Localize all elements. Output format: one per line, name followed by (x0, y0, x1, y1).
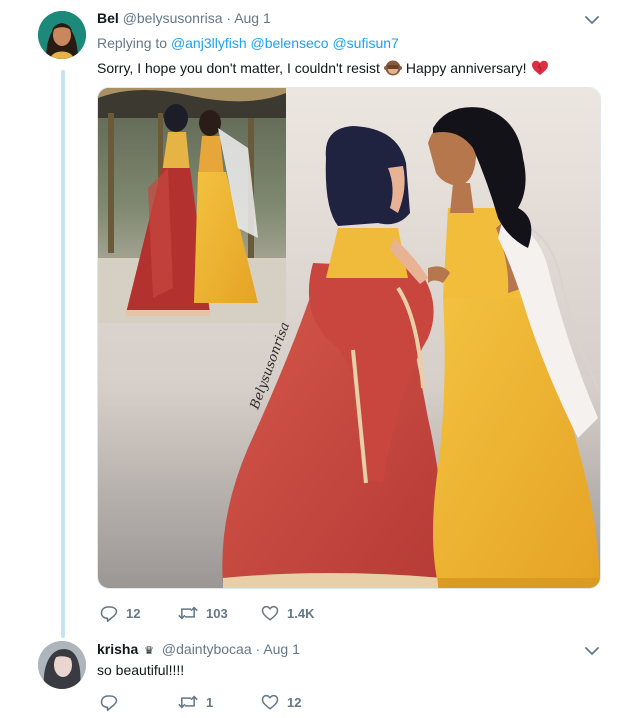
avatar[interactable] (38, 641, 86, 689)
separator: · (255, 641, 261, 657)
author-handle[interactable]: @belysusonrisa (123, 10, 223, 26)
retweet-count: 1 (206, 694, 214, 710)
retweet-icon (178, 606, 198, 620)
crown-badge: ♛ (144, 645, 155, 657)
replying-to: Replying to @anj3llyfish @belenseco @suf… (97, 35, 399, 51)
separator: · (226, 10, 232, 26)
photo-inset (98, 88, 286, 323)
reply-button[interactable]: 12 (100, 604, 178, 622)
mention-link[interactable]: @sufisun7 (332, 35, 398, 51)
thread-line (61, 70, 65, 638)
like-count: 12 (287, 694, 302, 710)
reply-icon (100, 695, 118, 711)
author-handle[interactable]: @daintybocaa (162, 641, 252, 657)
tweet-text-part: Happy anniversary! (405, 60, 527, 76)
reply-actions: 1 12 (100, 693, 301, 711)
reply-icon (100, 606, 118, 622)
reply-header: krisha ♛ @daintybocaa · Aug 1 (97, 641, 300, 657)
author-name[interactable]: Bel (97, 10, 119, 26)
avatar[interactable] (38, 11, 86, 59)
mention-link[interactable]: @anj3llyfish (171, 35, 247, 51)
timestamp[interactable]: Aug 1 (263, 641, 300, 657)
like-icon (261, 694, 279, 710)
tweet-text-part: Sorry, I hope you don't matter, I couldn… (97, 60, 380, 76)
reply-text: so beautiful!!!! (97, 662, 185, 678)
reply-count: 12 (126, 605, 141, 621)
retweet-icon (178, 695, 198, 709)
tweet-header: Bel @belysusonrisa · Aug 1 (97, 10, 271, 26)
tweet-media[interactable]: Belysusonrisa (97, 87, 601, 589)
see-no-evil-monkey-emoji (383, 59, 402, 77)
retweet-button[interactable]: 103 (178, 604, 261, 622)
retweet-button[interactable]: 1 (178, 693, 261, 711)
like-button[interactable]: 1.4K (261, 604, 314, 622)
author-name[interactable]: krisha (97, 641, 138, 657)
replying-label: Replying to (97, 35, 168, 51)
tweet-text: Sorry, I hope you don't matter, I couldn… (97, 59, 553, 77)
like-icon (261, 605, 279, 621)
chevron-down-icon[interactable] (585, 646, 599, 656)
timestamp[interactable]: Aug 1 (234, 10, 271, 26)
chevron-down-icon[interactable] (585, 15, 599, 25)
mention-link[interactable]: @belenseco (251, 35, 329, 51)
like-button[interactable]: 12 (261, 693, 301, 711)
heart-emoji (531, 59, 549, 77)
retweet-count: 103 (206, 605, 228, 621)
tweet-actions: 12 103 1.4K (100, 604, 314, 622)
like-count: 1.4K (287, 605, 315, 621)
reply-button[interactable] (100, 693, 178, 711)
